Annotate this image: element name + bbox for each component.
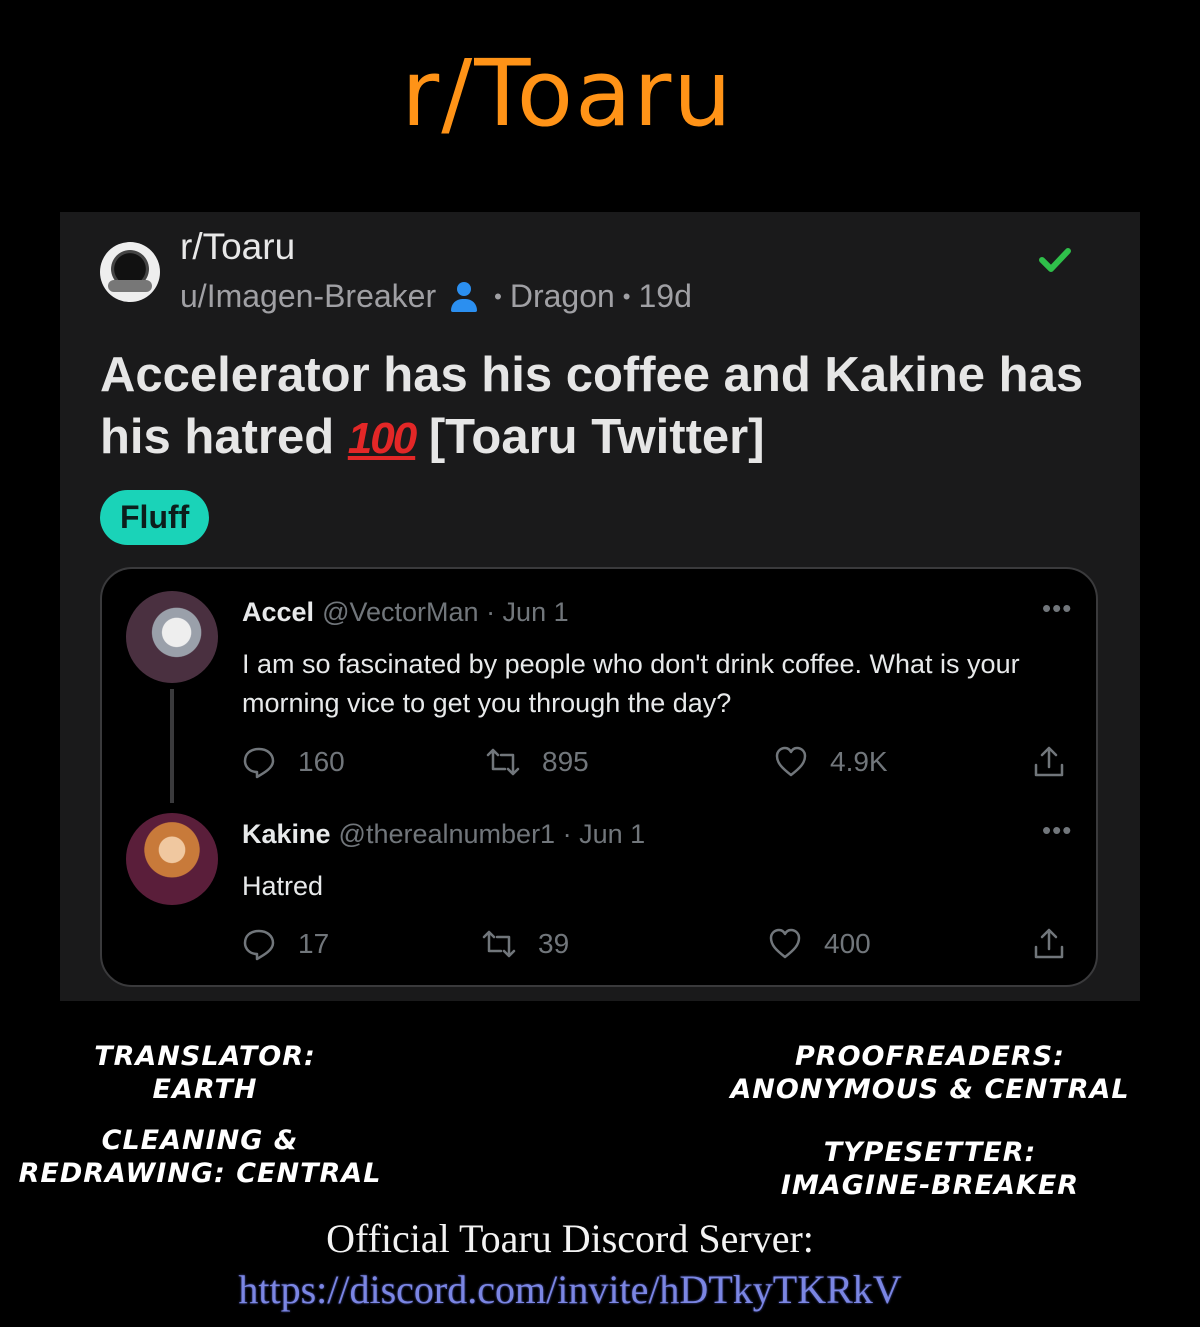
heart-icon xyxy=(769,928,801,959)
avatar[interactable] xyxy=(126,591,218,683)
post-title-tag: [Toaru Twitter] xyxy=(415,410,765,464)
reply-icon xyxy=(243,929,275,961)
credit-role: Proofreaders: xyxy=(795,1041,1065,1072)
post-flair[interactable]: Fluff xyxy=(100,490,210,545)
heart-icon xyxy=(775,746,807,777)
tweet-handle[interactable]: @VectorMan xyxy=(322,597,478,627)
user-icon xyxy=(448,281,480,313)
discord-label: Official Toaru Discord Server: xyxy=(326,1216,814,1261)
retweet-count: 39 xyxy=(538,928,570,959)
banner-title: r/Toaru xyxy=(401,40,734,147)
retweet-icon xyxy=(482,930,516,958)
credit-role: Translator: xyxy=(94,1041,316,1072)
check-icon[interactable] xyxy=(1038,242,1072,276)
credit-name: Earth xyxy=(152,1074,258,1105)
retweet-icon xyxy=(486,748,520,776)
credit-role: Cleaning & xyxy=(101,1125,299,1156)
post-title[interactable]: Accelerator has his coffee and Kakine ha… xyxy=(100,344,1110,470)
like-button[interactable]: 4.9K xyxy=(774,745,888,779)
subreddit-avatar[interactable] xyxy=(100,242,160,302)
like-button[interactable]: 400 xyxy=(768,927,871,961)
tweet-header: Accel @VectorMan · Jun 1 xyxy=(242,597,569,628)
tweet-date: · Jun 1 xyxy=(562,819,646,849)
reply-count: 160 xyxy=(298,746,345,777)
like-count: 400 xyxy=(824,928,871,959)
reply-icon xyxy=(243,747,275,779)
subreddit-name[interactable]: r/Toaru xyxy=(180,226,295,268)
tweet-author-name[interactable]: Kakine xyxy=(242,819,331,849)
credit-role: Typesetter: xyxy=(823,1137,1037,1168)
user-flair: Dragon xyxy=(509,278,615,314)
reply-button[interactable]: 160 xyxy=(242,745,345,779)
credit-typesetter: Typesetter: Imagine-Breaker xyxy=(740,1136,1120,1202)
avatar[interactable] xyxy=(126,813,218,905)
share-icon[interactable] xyxy=(1032,745,1066,779)
tweet-text: I am so fascinated by people who don't d… xyxy=(242,649,1020,718)
retweet-count: 895 xyxy=(542,746,589,777)
tweet-screenshot: Accel @VectorMan · Jun 1 ••• I am so fasc… xyxy=(100,567,1098,987)
credit-name: Imagine-Breaker xyxy=(780,1170,1080,1201)
tweet-header: Kakine @therealnumber1 · Jun 1 xyxy=(242,819,645,850)
reddit-post-card[interactable]: r/Toaru u/Imagen-Breaker • Dragon • 19d … xyxy=(60,212,1140,1001)
tweet-text: Hatred xyxy=(242,871,324,901)
credit-proofreaders: Proofreaders: Anonymous & Central xyxy=(720,1040,1140,1106)
retweet-button[interactable]: 895 xyxy=(486,745,589,779)
hundred-emoji-icon: 100 xyxy=(347,414,417,463)
credit-name: Anonymous & Central xyxy=(730,1074,1130,1105)
post-meta: u/Imagen-Breaker • Dragon • 19d xyxy=(180,278,692,315)
credit-translator: Translator: Earth xyxy=(60,1040,350,1106)
thread-line xyxy=(170,689,174,803)
tweet-date: · Jun 1 xyxy=(486,597,569,627)
share-icon[interactable] xyxy=(1032,927,1066,961)
meta-separator: • xyxy=(494,283,502,309)
retweet-button[interactable]: 39 xyxy=(482,927,569,961)
more-options-icon[interactable]: ••• xyxy=(1042,815,1072,846)
credit-cleaning: Cleaning & Redrawing: Central xyxy=(10,1124,390,1190)
credit-name: Redrawing: Central xyxy=(18,1158,382,1189)
discord-invite-link[interactable]: https://discord.com/invite/hDTkyTKRkV xyxy=(0,1266,1140,1313)
tweet-author-name[interactable]: Accel xyxy=(242,597,314,627)
like-count: 4.9K xyxy=(830,746,888,777)
post-author[interactable]: u/Imagen-Breaker xyxy=(180,278,436,315)
post-age: 19d xyxy=(638,278,692,314)
meta-separator: • xyxy=(622,283,631,309)
reply-count: 17 xyxy=(298,928,330,959)
reply-button[interactable]: 17 xyxy=(242,927,329,961)
tweet-handle[interactable]: @therealnumber1 xyxy=(339,819,556,849)
more-options-icon[interactable]: ••• xyxy=(1042,593,1072,624)
